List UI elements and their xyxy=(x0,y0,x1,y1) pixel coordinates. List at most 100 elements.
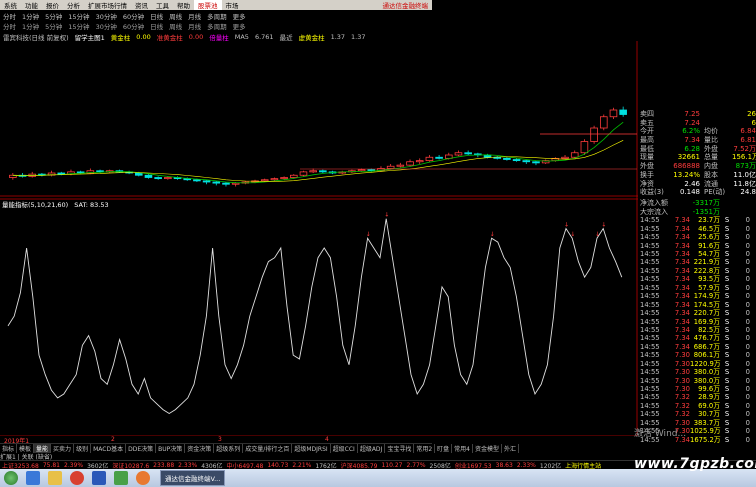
tick-price: 7.34 xyxy=(674,300,690,309)
tick-direction: S xyxy=(724,309,730,318)
flow-row-1: 净流入额 -3317万 xyxy=(638,199,756,208)
tick-price: 7.34 xyxy=(674,292,690,301)
taskbar-app-button[interactable]: 通达信金融终端V... xyxy=(160,470,226,486)
ticker-item: 2.77% xyxy=(406,462,426,469)
period-item-10[interactable]: 更多 xyxy=(230,11,249,21)
tick-direction: S xyxy=(724,410,730,419)
period-item-1[interactable]: 1分钟 xyxy=(19,11,42,21)
tick-price: 7.32 xyxy=(674,401,690,410)
ma10-line xyxy=(12,140,624,182)
word-icon[interactable] xyxy=(92,471,106,485)
flow1-label: 净流入额 xyxy=(640,198,668,207)
indicator-tab-16[interactable]: 盯盘 xyxy=(435,444,453,453)
media-icon[interactable] xyxy=(70,471,84,485)
quote-key: 换手 xyxy=(640,170,654,179)
taskbar-app-title: 通达信金融终端V... xyxy=(165,475,221,483)
menu-item-3[interactable]: 分析 xyxy=(63,0,84,10)
tick-volume: 82.5万 xyxy=(698,325,720,334)
period-item-3[interactable]: 15分钟 xyxy=(65,11,92,21)
menu-tab-1[interactable]: 市场 xyxy=(222,0,243,10)
period-item-9[interactable]: 多周期 xyxy=(204,11,230,21)
sub-item-6[interactable]: 日线 xyxy=(147,21,166,31)
indicator-tab-19[interactable]: 外汇 xyxy=(502,444,520,453)
menu-item-5[interactable]: 资讯 xyxy=(131,0,152,10)
quote-key: 最低 xyxy=(640,144,654,153)
tick-time: 14:55 xyxy=(640,300,660,309)
ticker-item: 2.21% xyxy=(292,462,312,469)
indicator-tab-15[interactable]: 常用2 xyxy=(414,444,436,453)
flow1-value: -3317万 xyxy=(692,198,720,207)
indicator-item-10: 1.37 xyxy=(330,32,346,41)
tick-direction: S xyxy=(724,351,730,360)
start-icon[interactable] xyxy=(4,471,18,485)
menu-item-7[interactable]: 帮助 xyxy=(173,0,194,10)
menu-item-6[interactable]: 工具 xyxy=(152,0,173,10)
sub-item-0[interactable]: 分时 xyxy=(0,21,19,31)
tick-time: 14:55 xyxy=(640,233,660,242)
tick-direction: S xyxy=(724,292,730,301)
tick-time: 14:55 xyxy=(640,309,660,318)
candle-body xyxy=(270,178,279,181)
indicator-tab-18[interactable]: 资金模型 xyxy=(473,444,503,453)
period-item-5[interactable]: 60分钟 xyxy=(120,11,147,21)
candle-body xyxy=(202,180,211,183)
app-icon[interactable] xyxy=(114,471,128,485)
period-item-8[interactable]: 月线 xyxy=(185,11,204,21)
indicator-tab-17[interactable]: 常用4 xyxy=(452,444,473,453)
kline-chart[interactable]: ↓↓↓↓↓↓↓ 7.886.885.884.88110.0100.090.008… xyxy=(0,41,640,436)
quote-value: 13.24% xyxy=(673,170,700,179)
candle-body xyxy=(319,170,327,173)
sub-item-4[interactable]: 30分钟 xyxy=(93,21,120,31)
tick-count: 0 xyxy=(745,233,750,242)
tick-time: 14:55 xyxy=(640,376,660,385)
tick-list[interactable]: 14:55 7.34 23.7万 S 0 14:55 7.34 46.5万 S 0 14:55 7.3… xyxy=(638,216,756,444)
candle-body xyxy=(532,161,540,164)
sub-item-10[interactable]: 更多 xyxy=(230,21,249,31)
menu-item-0[interactable]: 系统 xyxy=(0,0,21,10)
tick-direction: S xyxy=(724,216,730,225)
indicator-item-5: 倍量柱 xyxy=(209,33,229,42)
quote-value-2: 24.8 xyxy=(740,188,756,197)
tick-time: 14:55 xyxy=(640,283,660,292)
period-item-7[interactable]: 周线 xyxy=(166,11,185,21)
tick-volume: 222.8万 xyxy=(693,266,720,275)
candle-body xyxy=(590,127,598,142)
folder-icon[interactable] xyxy=(48,471,62,485)
period-item-6[interactable]: 日线 xyxy=(147,11,166,21)
menu-item-4[interactable]: 扩展市场行情 xyxy=(84,0,131,10)
sub-item-8[interactable]: 月线 xyxy=(185,21,204,31)
period-item-0[interactable]: 分时 xyxy=(0,11,19,21)
sub-item-2[interactable]: 5分钟 xyxy=(42,21,65,31)
tick-time: 14:55 xyxy=(640,410,660,419)
menu-item-2[interactable]: 报价 xyxy=(42,0,63,10)
quote-value-2: 11.0亿 xyxy=(733,170,756,179)
brand-label: 通达信金融终端 xyxy=(382,2,429,10)
browser-icon[interactable] xyxy=(136,471,150,485)
quote-value: 6.28 xyxy=(684,144,700,153)
quote-key-2: 量比 xyxy=(704,136,718,145)
tick-direction: S xyxy=(724,241,730,250)
indicator-item-8: 最近 xyxy=(279,33,293,42)
tick-row: 14:55 7.32 69.0万 S 0 xyxy=(638,402,756,410)
sub-item-3[interactable]: 15分钟 xyxy=(65,21,92,31)
tick-volume: 30.7万 xyxy=(698,410,720,419)
period-item-4[interactable]: 30分钟 xyxy=(93,11,120,21)
tick-price: 7.34 xyxy=(674,275,690,284)
sub-item-1[interactable]: 1分钟 xyxy=(19,21,42,31)
ie-icon[interactable] xyxy=(26,471,40,485)
watermark: www.7gpzb.com xyxy=(634,456,756,472)
sub-item-7[interactable]: 周线 xyxy=(166,21,185,31)
tick-price: 7.34 xyxy=(674,216,690,225)
tick-count: 0 xyxy=(745,216,750,225)
tick-row: 14:55 7.34 93.5万 S 0 xyxy=(638,275,756,283)
candle-body xyxy=(280,177,288,180)
menu-tab-0[interactable]: 股票池 xyxy=(194,0,222,10)
period-item-2[interactable]: 5分钟 xyxy=(42,11,65,21)
flow-row-2: 大宗流入 -1351万 xyxy=(638,208,756,217)
sub-item-5[interactable]: 60分钟 xyxy=(120,21,147,31)
quote-row: 最高 7.34 量比 6.81 xyxy=(638,136,756,145)
menu-item-1[interactable]: 功能 xyxy=(21,0,42,10)
candle-body xyxy=(406,161,414,166)
peak-marker: ↓ xyxy=(601,221,606,228)
sub-item-9[interactable]: 多周期 xyxy=(204,21,230,31)
